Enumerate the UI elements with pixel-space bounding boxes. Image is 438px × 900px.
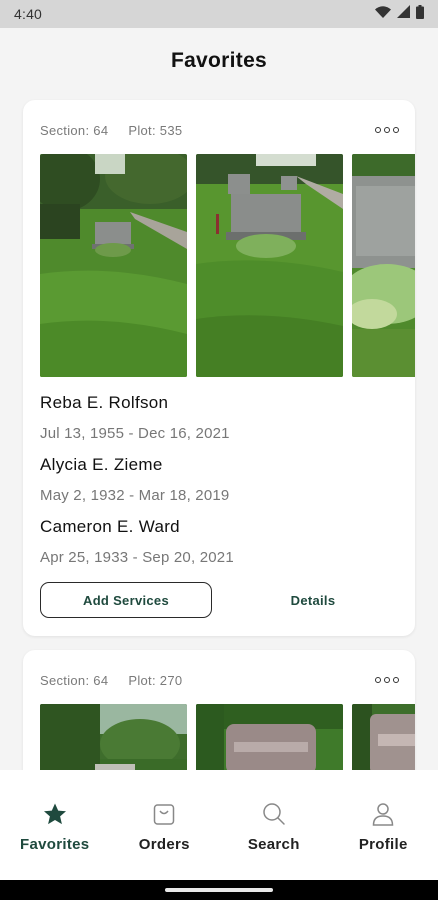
- grave-photo[interactable]: [196, 154, 343, 377]
- search-icon: [262, 800, 286, 826]
- page-title: Favorites: [170, 49, 268, 72]
- wifi-icon: [375, 5, 391, 23]
- signal-icon: [397, 5, 410, 23]
- photo-carousel[interactable]: [40, 154, 415, 377]
- grave-photo[interactable]: [352, 154, 415, 377]
- plot-label: Plot: 270: [128, 672, 183, 688]
- section-label: Section: 64: [40, 672, 109, 688]
- more-options-icon[interactable]: [375, 672, 399, 688]
- section-label: Section: 64: [40, 122, 109, 138]
- system-gesture-bar: [0, 880, 438, 900]
- shopping-bag-icon: [152, 800, 176, 826]
- nav-item-orders[interactable]: Orders: [110, 770, 220, 880]
- favorite-card: Section: 64 Plot: 535 Reba E. Rolfson Ju…: [23, 100, 415, 636]
- nav-item-favorites[interactable]: Favorites: [0, 770, 110, 880]
- battery-icon: [416, 4, 424, 24]
- grave-photo[interactable]: [40, 704, 187, 770]
- grave-photo[interactable]: [40, 154, 187, 377]
- nav-label: Favorites: [20, 836, 90, 853]
- status-bar: 4:40: [0, 0, 438, 28]
- person-name: Cameron E. Ward: [40, 517, 180, 536]
- nav-label: Orders: [138, 836, 190, 853]
- home-indicator[interactable]: [165, 888, 273, 892]
- plot-info: Section: 64 Plot: 270: [40, 670, 401, 690]
- favorites-list[interactable]: Section: 64 Plot: 535 Reba E. Rolfson Ju…: [0, 94, 438, 770]
- more-options-icon[interactable]: [375, 122, 399, 138]
- person-dates: Apr 25, 1933 - Sep 20, 2021: [40, 549, 234, 566]
- person-icon: [371, 800, 395, 826]
- grave-photo[interactable]: [352, 704, 415, 770]
- status-time: 4:40: [14, 6, 43, 22]
- person-dates: May 2, 1932 - Mar 18, 2019: [40, 487, 230, 504]
- person-name: Alycia E. Zieme: [40, 455, 163, 474]
- nav-item-search[interactable]: Search: [219, 770, 329, 880]
- bottom-navigation: Favorites Orders Search Profile: [0, 770, 438, 880]
- favorite-card: Section: 64 Plot: 270: [23, 650, 415, 770]
- plot-info: Section: 64 Plot: 535: [40, 120, 401, 140]
- status-icons: [375, 4, 424, 24]
- photo-carousel[interactable]: [40, 704, 415, 770]
- star-icon: [43, 800, 67, 826]
- details-button[interactable]: Details: [243, 582, 383, 618]
- nav-item-profile[interactable]: Profile: [329, 770, 438, 880]
- grave-photo[interactable]: [196, 704, 343, 770]
- app-header: Favorites: [0, 28, 438, 94]
- nav-label: Profile: [358, 836, 408, 853]
- plot-label: Plot: 535: [128, 122, 183, 138]
- nav-label: Search: [247, 836, 300, 853]
- person-name: Reba E. Rolfson: [40, 393, 169, 412]
- add-services-button[interactable]: Add Services: [40, 582, 212, 618]
- person-dates: Jul 13, 1955 - Dec 16, 2021: [40, 425, 230, 442]
